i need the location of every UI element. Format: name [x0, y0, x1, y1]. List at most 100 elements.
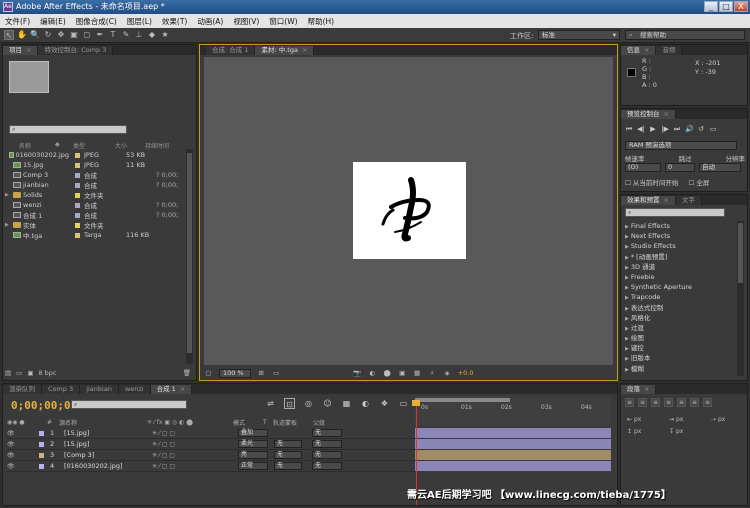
- label-color-swatch[interactable]: [75, 152, 80, 158]
- effects-search-input[interactable]: ⌕: [625, 208, 725, 217]
- effect-category-item[interactable]: ▶ Trapcode: [625, 292, 737, 302]
- effect-category-item[interactable]: ▶ 绘图: [625, 333, 737, 343]
- close-icon[interactable]: ×: [664, 196, 669, 204]
- effect-category-item[interactable]: ▶ Final Effects: [625, 221, 737, 231]
- brush-tool-icon[interactable]: ✎: [121, 30, 131, 40]
- eye-icon[interactable]: 👁: [7, 430, 17, 437]
- new-comp-icon[interactable]: ▣: [27, 369, 33, 377]
- rotate-tool-icon[interactable]: ↻: [43, 30, 53, 40]
- parent-dropdown[interactable]: 无: [312, 451, 342, 459]
- close-icon[interactable]: ×: [26, 46, 31, 54]
- rectangle-mask-tool-icon[interactable]: ◻: [82, 30, 92, 40]
- col-name[interactable]: 名称: [5, 141, 55, 150]
- exposure-icon[interactable]: ◈: [443, 369, 452, 377]
- label-color-swatch[interactable]: [75, 192, 80, 198]
- effect-category-item[interactable]: ▶ 键控: [625, 343, 737, 353]
- selection-tool-icon[interactable]: ↖: [4, 30, 14, 40]
- interpret-footage-icon[interactable]: ▤: [5, 369, 11, 377]
- blend-mode-dropdown[interactable]: 亮: [238, 451, 268, 459]
- transparency-grid-icon[interactable]: ▦: [413, 369, 422, 377]
- close-icon[interactable]: ×: [180, 385, 185, 393]
- ram-preview-options-dropdown[interactable]: RAM 预演选项: [625, 141, 737, 150]
- menu-composition[interactable]: 图像合成(C): [71, 16, 122, 27]
- tab-preview[interactable]: 预览控制台 ×: [621, 110, 676, 119]
- layer-switches-icon[interactable]: ✳ ⁄ ▢ ▢: [152, 452, 238, 459]
- tab-effects-presets[interactable]: 效果和预置 ×: [621, 196, 676, 205]
- align-left-icon[interactable]: ≡: [625, 398, 634, 407]
- next-frame-icon[interactable]: |▶: [661, 125, 669, 134]
- text-tool-icon[interactable]: T: [108, 30, 118, 40]
- first-frame-icon[interactable]: ⏮: [625, 125, 633, 134]
- graph-editor-icon[interactable]: ▭: [398, 398, 409, 409]
- skip-dropdown[interactable]: 0: [665, 163, 695, 172]
- eye-icon[interactable]: 👁: [7, 452, 17, 459]
- scroll-thumb[interactable]: [187, 153, 192, 353]
- eraser-tool-icon[interactable]: ◆: [147, 30, 157, 40]
- first-line-indent-field[interactable]: ⇢ px: [711, 416, 725, 423]
- camera-tool-icon[interactable]: ▣: [69, 30, 79, 40]
- expand-triangle-icon[interactable]: ▶: [625, 255, 629, 261]
- draft-3d-icon[interactable]: ◎: [303, 398, 314, 409]
- expand-triangle-icon[interactable]: ▶: [5, 222, 11, 228]
- maximize-button[interactable]: □: [719, 1, 733, 12]
- tab-timeline-4[interactable]: 合成 1 ×: [150, 385, 193, 394]
- expand-triangle-icon[interactable]: ▶: [625, 367, 629, 373]
- menu-animation[interactable]: 动画(A): [192, 16, 228, 27]
- effect-category-item[interactable]: ▶ Studio Effects: [625, 241, 737, 251]
- mask-visibility-icon[interactable]: ▭: [272, 369, 281, 377]
- tab-composition-viewer[interactable]: 合成: 合成 1: [206, 46, 256, 55]
- fast-previews-icon[interactable]: ⚡: [428, 369, 437, 377]
- eye-icon[interactable]: 👁: [7, 441, 17, 448]
- close-icon[interactable]: ×: [644, 385, 649, 393]
- label-color-swatch[interactable]: [75, 232, 80, 238]
- workspace-dropdown[interactable]: 标准 ▾: [538, 30, 620, 40]
- close-icon[interactable]: ×: [644, 46, 649, 54]
- parent-dropdown[interactable]: 无: [312, 440, 342, 448]
- layer-duration-bar[interactable]: [415, 428, 611, 438]
- last-frame-icon[interactable]: ⏭: [673, 125, 681, 134]
- list-item[interactable]: wenzi 合成 ? 0;00;: [5, 200, 187, 210]
- tab-audio[interactable]: 音频: [656, 46, 683, 55]
- menu-help[interactable]: 帮助(H): [303, 16, 340, 27]
- fullscreen-checkbox[interactable]: ☐ 全屏: [688, 177, 709, 187]
- expand-triangle-icon[interactable]: ▶: [625, 244, 629, 250]
- zoom-tool-icon[interactable]: 🔍: [30, 30, 40, 40]
- layer-label-color[interactable]: [39, 430, 44, 436]
- list-item[interactable]: ▶ 实体 文件夹: [5, 220, 187, 230]
- comp-mini-flowchart-icon[interactable]: ⇌: [265, 398, 276, 409]
- pen-tool-icon[interactable]: ✒: [95, 30, 105, 40]
- menu-layer[interactable]: 图层(L): [122, 16, 157, 27]
- list-item[interactable]: Comp 3 合成 ? 0;00;: [5, 170, 187, 180]
- snapshot-icon[interactable]: 📷: [353, 369, 362, 377]
- viewer-canvas[interactable]: [204, 57, 613, 365]
- timeline-search-input[interactable]: ⌕: [71, 400, 187, 409]
- track-matte-dropdown[interactable]: 无: [274, 462, 302, 470]
- col-type[interactable]: 类型: [73, 141, 115, 150]
- expand-triangle-icon[interactable]: ▶: [625, 285, 629, 291]
- tab-project[interactable]: 项目 ×: [3, 46, 39, 55]
- close-button[interactable]: X: [734, 1, 748, 12]
- eye-icon[interactable]: 👁: [7, 463, 17, 470]
- col-duration[interactable]: 持续时间: [145, 141, 175, 150]
- expand-triangle-icon[interactable]: ▶: [625, 306, 629, 312]
- label-color-swatch[interactable]: [75, 172, 80, 178]
- zoom-dropdown[interactable]: 100 %: [219, 368, 251, 378]
- table-row[interactable]: 👁 2 [15.jpg] ✳ ⁄ ▢ ▢ 柔光无无: [7, 439, 415, 450]
- work-area-bar[interactable]: [415, 398, 510, 402]
- playhead-handle[interactable]: [412, 400, 420, 406]
- expand-triangle-icon[interactable]: ▶: [625, 336, 629, 342]
- label-color-swatch[interactable]: [75, 182, 80, 188]
- expand-triangle-icon[interactable]: ▶: [625, 316, 629, 322]
- col-size[interactable]: 大小: [115, 141, 145, 150]
- menu-window[interactable]: 窗口(W): [264, 16, 302, 27]
- effect-category-item[interactable]: ▶ * [动画预置]: [625, 252, 737, 262]
- show-snapshot-icon[interactable]: ◐: [368, 369, 377, 377]
- effect-category-item[interactable]: ▶ Synthetic Aperture: [625, 282, 737, 292]
- layer-label-color[interactable]: [39, 463, 44, 469]
- expand-triangle-icon[interactable]: ▶: [625, 275, 629, 281]
- effect-category-item[interactable]: ▶ 旧版本: [625, 353, 737, 363]
- track-matte-dropdown[interactable]: 无: [274, 451, 302, 459]
- table-row[interactable]: 👁 1 [15.jpg] ✳ ⁄ ▢ ▢ 叠加 无: [7, 428, 415, 439]
- tab-info[interactable]: 信息 ×: [621, 46, 657, 55]
- tab-paragraph[interactable]: 段落 ×: [621, 385, 657, 394]
